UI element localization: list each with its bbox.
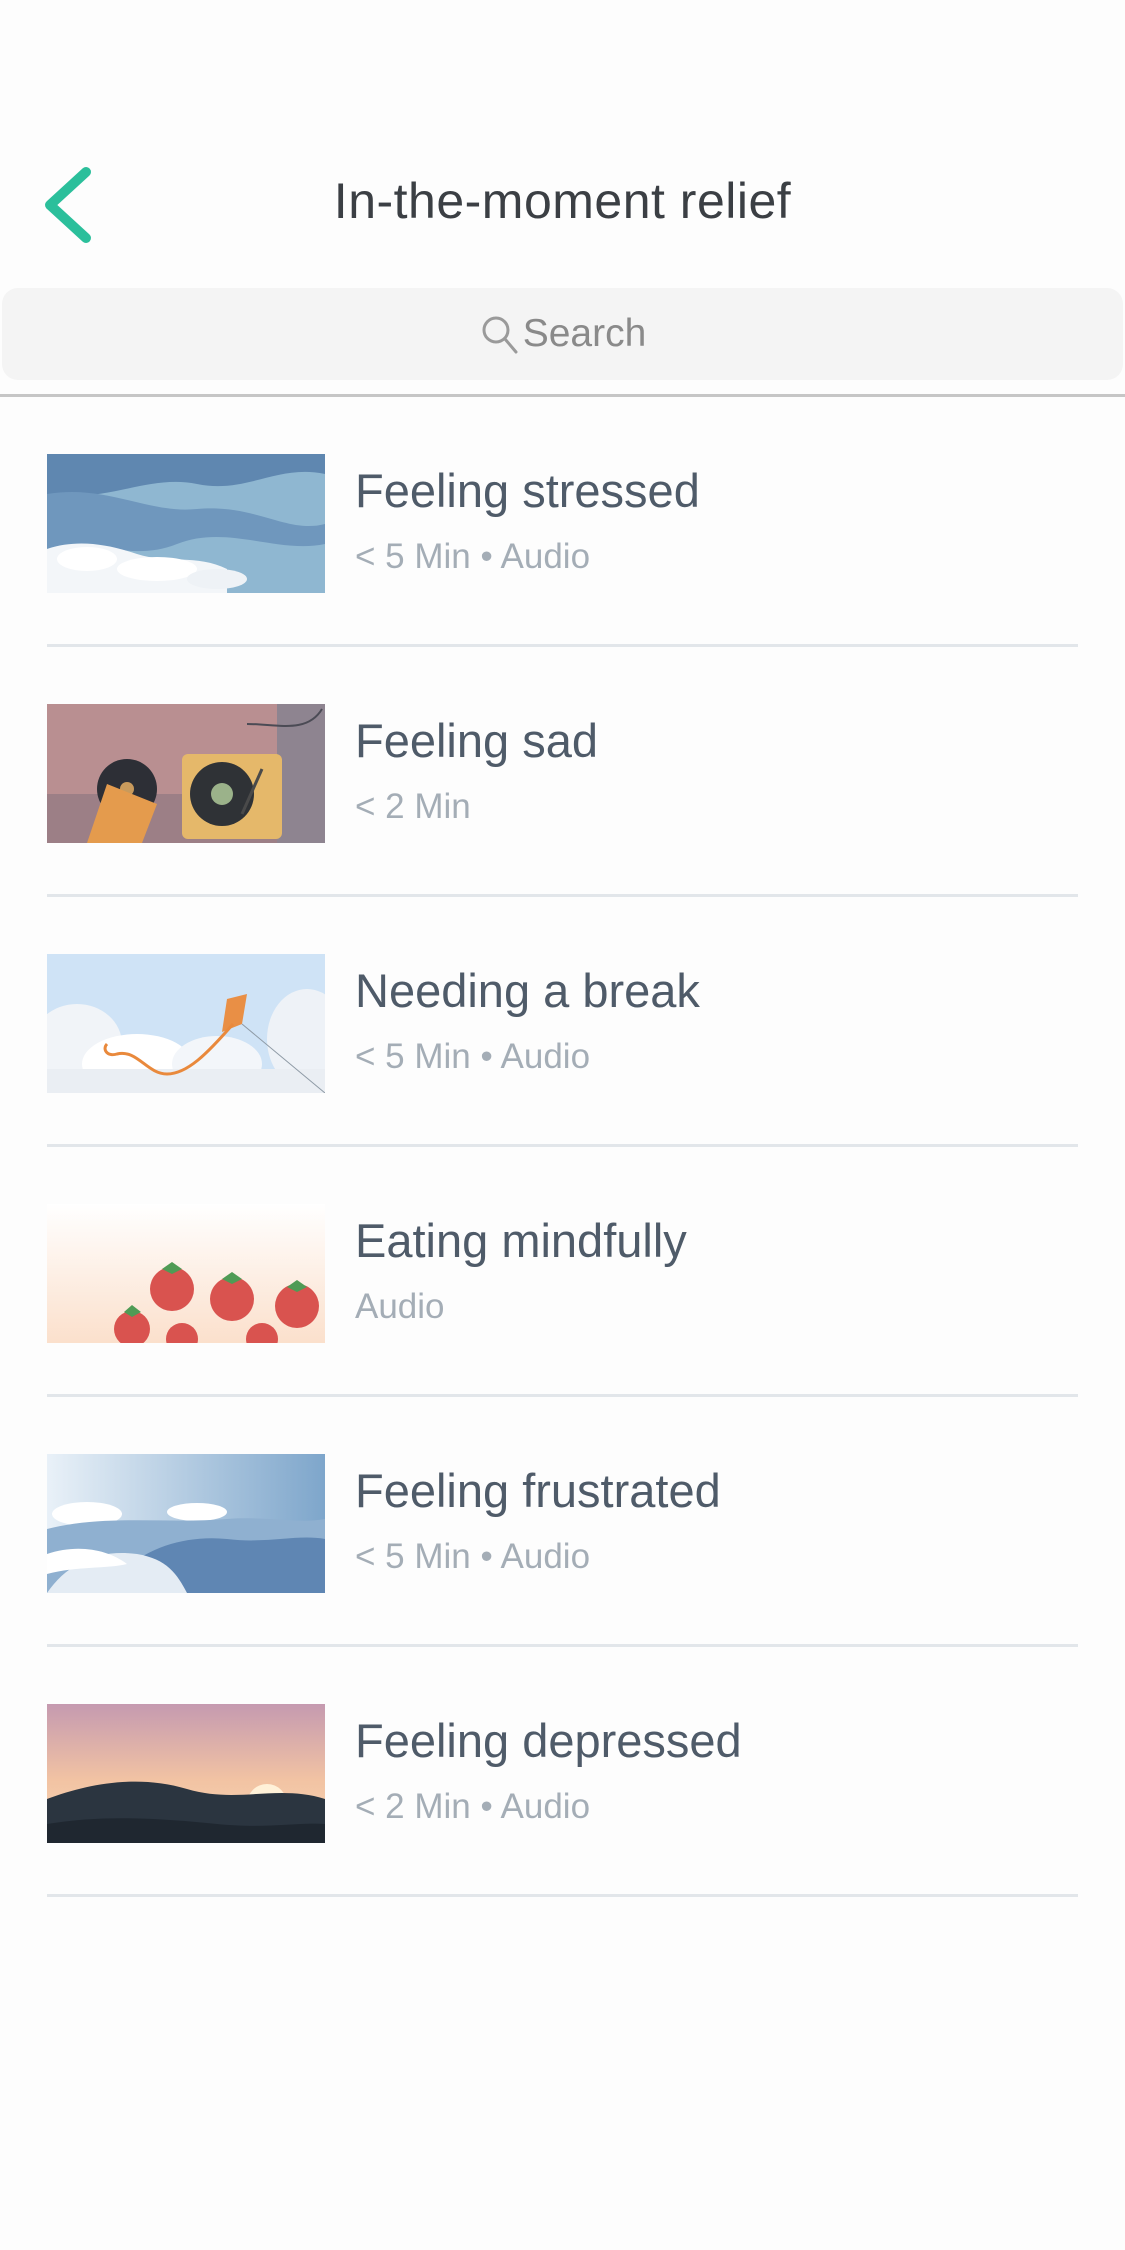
list-item-feeling-depressed[interactable]: Feeling depressed < 2 Min • Audio [0,1647,1125,1897]
search-input[interactable]: Search [2,288,1123,380]
list-item-eating-mindfully[interactable]: Eating mindfully Audio [0,1147,1125,1397]
item-title: Feeling depressed [355,1714,742,1767]
list-item-needing-a-break[interactable]: Needing a break < 5 Min • Audio [0,897,1125,1147]
ocean-waves-illustration [47,1454,325,1593]
strawberries-illustration [47,1204,325,1343]
search-placeholder: Search [522,312,647,355]
list-item-feeling-frustrated[interactable]: Feeling frustrated < 5 Min • Audio [0,1397,1125,1647]
item-title: Feeling frustrated [355,1464,721,1517]
list-item-feeling-sad[interactable]: Feeling sad < 2 Min [0,647,1125,897]
item-meta: < 2 Min [355,787,471,826]
item-title: Eating mindfully [355,1214,687,1267]
list-item-feeling-stressed[interactable]: Feeling stressed < 5 Min • Audio [0,397,1125,647]
kite-illustration [47,954,325,1093]
item-meta: < 5 Min • Audio [355,537,591,576]
item-title: Needing a break [355,964,700,1017]
item-title: Feeling stressed [355,464,700,517]
item-meta: < 5 Min • Audio [355,1537,591,1576]
item-meta: Audio [355,1287,445,1326]
item-meta: < 5 Min • Audio [355,1037,591,1076]
item-title: Feeling sad [355,714,598,767]
waves-illustration [47,454,325,593]
record-player-illustration [47,704,325,843]
header: In-the-moment relief [0,0,1125,285]
item-meta: < 2 Min • Audio [355,1787,591,1826]
sunset-hills-illustration [47,1704,325,1843]
row-divider [47,1894,1078,1897]
page-title: In-the-moment relief [333,173,792,229]
exercise-list: Feeling stressed < 5 Min • Audio Feeling… [0,397,1125,1897]
search-icon [482,316,518,354]
